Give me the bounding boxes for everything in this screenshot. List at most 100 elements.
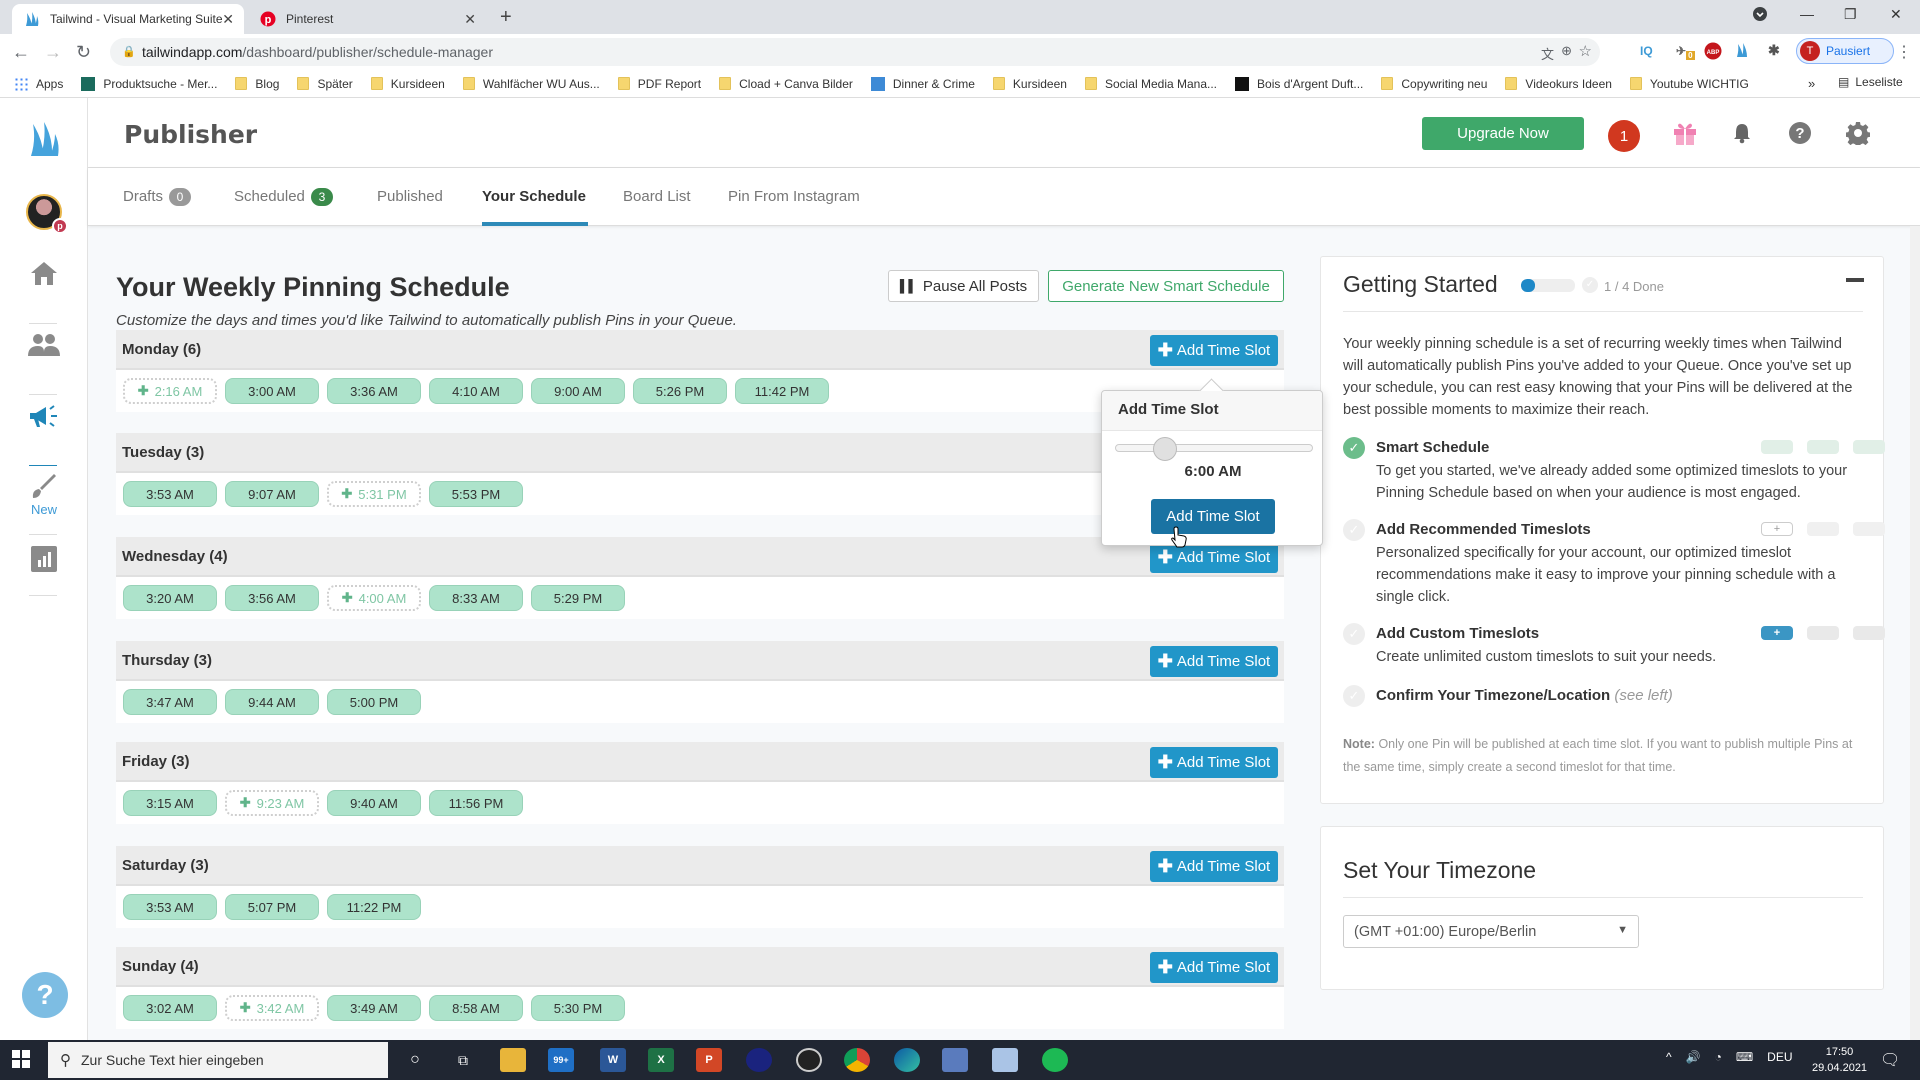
bookmark-item[interactable]: Kursideen: [370, 77, 445, 91]
tab-published[interactable]: Published: [377, 188, 443, 226]
sidebar-item-publisher[interactable]: [0, 404, 88, 430]
time-slot[interactable]: 3:53 AM: [123, 894, 217, 920]
suggested-time-slot[interactable]: ✚ 2:16 AM: [123, 378, 217, 404]
task-view-icon[interactable]: ⧉: [450, 1048, 476, 1072]
sidebar-item-insights[interactable]: [0, 546, 88, 572]
forward-icon[interactable]: →: [44, 42, 62, 63]
time-slot[interactable]: 3:47 AM: [123, 689, 217, 715]
time-slot[interactable]: 3:56 AM: [225, 585, 319, 611]
address-bar[interactable]: 🔒 tailwindapp.com/dashboard/publisher/sc…: [110, 38, 1600, 66]
restore-icon[interactable]: ❐: [1844, 6, 1857, 23]
bookmark-item[interactable]: Produktsuche - Mer...: [81, 76, 217, 91]
bookmark-item[interactable]: Social Media Mana...: [1084, 77, 1217, 91]
time-slot[interactable]: 3:20 AM: [123, 585, 217, 611]
time-slot[interactable]: 3:02 AM: [123, 995, 217, 1021]
browser-tab-pinterest[interactable]: p Pinterest ✕: [248, 4, 486, 34]
tab-your-schedule[interactable]: Your Schedule: [482, 188, 588, 226]
close-tab-icon[interactable]: ✕: [464, 11, 476, 28]
sidebar-item-create[interactable]: New: [0, 474, 88, 517]
time-slot[interactable]: 9:40 AM: [327, 790, 421, 816]
time-slot[interactable]: 4:10 AM: [429, 378, 523, 404]
tray-chevron-icon[interactable]: ^: [1666, 1050, 1672, 1064]
sidebar-item-audience[interactable]: [0, 332, 88, 358]
time-slot[interactable]: 8:58 AM: [429, 995, 523, 1021]
reading-list-button[interactable]: ▤ Leseliste: [1838, 75, 1903, 89]
reload-icon[interactable]: ↻: [76, 42, 91, 63]
help-circle-icon[interactable]: ?: [1788, 121, 1812, 150]
bookmark-item[interactable]: Wahlfächer WU Aus...: [462, 77, 600, 91]
tab-search-icon[interactable]: [1752, 6, 1768, 25]
bell-icon[interactable]: [1732, 122, 1752, 149]
app-icon[interactable]: [942, 1048, 968, 1072]
bookmark-item[interactable]: Copywriting neu: [1381, 77, 1487, 91]
profile-button[interactable]: T Pausiert: [1796, 38, 1894, 64]
app-icon[interactable]: [992, 1048, 1018, 1072]
edge-icon[interactable]: [894, 1048, 920, 1072]
chrome-icon[interactable]: [844, 1048, 870, 1072]
time-slot[interactable]: 9:00 AM: [531, 378, 625, 404]
translate-icon[interactable]: 文: [1541, 44, 1554, 63]
bookmark-item[interactable]: Blog: [235, 77, 279, 91]
close-window-icon[interactable]: ✕: [1890, 6, 1902, 23]
pause-all-posts-button[interactable]: ▌▌ Pause All Posts: [888, 270, 1039, 302]
add-time-slot-button[interactable]: ✚ Add Time Slot: [1150, 335, 1278, 366]
account-avatar[interactable]: p: [0, 194, 88, 234]
suggested-time-slot[interactable]: ✚ 9:23 AM: [225, 790, 319, 816]
add-time-slot-button[interactable]: ✚ Add Time Slot: [1150, 646, 1278, 677]
time-slot[interactable]: 3:49 AM: [327, 995, 421, 1021]
audacity-icon[interactable]: [746, 1048, 772, 1072]
bookmark-item[interactable]: PDF Report: [617, 77, 701, 91]
bookmark-item[interactable]: Kursideen: [992, 77, 1067, 91]
bookmark-item[interactable]: Videokurs Ideen: [1505, 77, 1612, 91]
bookmark-item[interactable]: Später: [297, 77, 353, 91]
collapse-icon[interactable]: [1846, 278, 1864, 282]
time-slider-handle[interactable]: [1153, 437, 1177, 461]
excel-icon[interactable]: X: [648, 1048, 674, 1072]
suggested-time-slot[interactable]: ✚ 3:42 AM: [225, 995, 319, 1021]
time-slot[interactable]: 3:15 AM: [123, 790, 217, 816]
time-slot[interactable]: 11:22 PM: [327, 894, 421, 920]
time-slot[interactable]: 5:29 PM: [531, 585, 625, 611]
wifi-icon[interactable]: ◔: [1715, 1050, 1722, 1064]
close-tab-icon[interactable]: ✕: [222, 11, 234, 28]
sidebar-item-home[interactable]: [0, 260, 88, 286]
tab-scheduled[interactable]: Scheduled 3: [234, 188, 333, 226]
taskbar-search-input[interactable]: ⚲ Zur Suche Text hier eingeben: [48, 1042, 388, 1078]
timezone-select[interactable]: (GMT +01:00) Europe/Berlin ▼: [1343, 915, 1639, 948]
time-slot[interactable]: 5:30 PM: [531, 995, 625, 1021]
language-indicator[interactable]: DEU: [1767, 1050, 1792, 1064]
tailwind-logo[interactable]: [0, 120, 88, 158]
settings-gear-icon[interactable]: [1845, 121, 1871, 150]
keyboard-icon[interactable]: ⌨: [1736, 1050, 1753, 1064]
new-tab-button[interactable]: +: [500, 6, 512, 29]
help-button[interactable]: ?: [22, 972, 68, 1018]
time-slot[interactable]: 5:26 PM: [633, 378, 727, 404]
add-time-slot-button[interactable]: ✚ Add Time Slot: [1150, 851, 1278, 882]
bookmark-item[interactable]: Apps: [14, 76, 63, 91]
time-slot[interactable]: 5:00 PM: [327, 689, 421, 715]
cortana-icon[interactable]: ○: [402, 1048, 428, 1072]
file-explorer-icon[interactable]: [500, 1048, 526, 1072]
adblock-icon[interactable]: ABP: [1704, 42, 1722, 63]
minimize-icon[interactable]: —: [1800, 6, 1814, 22]
taskbar-clock[interactable]: 17:50 29.04.2021: [1812, 1044, 1867, 1076]
time-slot[interactable]: 11:42 PM: [735, 378, 829, 404]
gift-icon[interactable]: [1672, 120, 1698, 151]
time-slot[interactable]: 9:07 AM: [225, 481, 319, 507]
tab-drafts[interactable]: Drafts 0: [123, 188, 192, 226]
add-time-slot-button[interactable]: ✚ Add Time Slot: [1150, 952, 1278, 983]
zoom-icon[interactable]: ⊕: [1561, 43, 1572, 59]
tailwind-extension-icon[interactable]: [1736, 42, 1750, 61]
time-slot[interactable]: 11:56 PM: [429, 790, 523, 816]
star-icon[interactable]: ☆: [1579, 42, 1592, 60]
time-slot[interactable]: 3:53 AM: [123, 481, 217, 507]
action-center-icon[interactable]: 🗨: [1880, 1050, 1900, 1070]
browser-tab-tailwind[interactable]: Tailwind - Visual Marketing Suite ✕: [12, 4, 244, 34]
browser-menu-icon[interactable]: ⋮: [1896, 42, 1912, 62]
notification-count-badge[interactable]: 1: [1608, 120, 1640, 152]
bookmarks-overflow-button[interactable]: »: [1808, 76, 1815, 91]
time-slot[interactable]: 8:33 AM: [429, 585, 523, 611]
spotify-icon[interactable]: [1042, 1048, 1068, 1072]
tab-board-list[interactable]: Board List: [623, 188, 691, 226]
tab-pin-from-instagram[interactable]: Pin From Instagram: [728, 188, 860, 226]
